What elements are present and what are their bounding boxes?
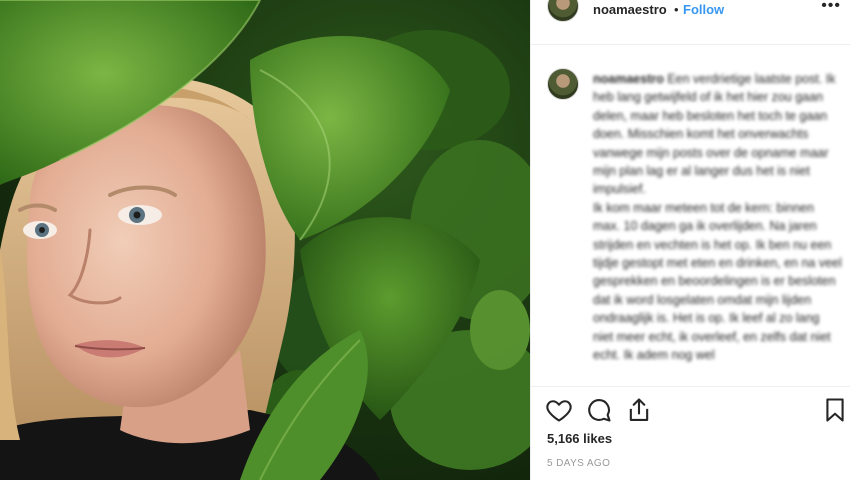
header-username[interactable]: noamaestro — [593, 2, 667, 17]
post-timestamp: 5 DAYS AGO — [547, 458, 611, 469]
actions-divider — [531, 386, 850, 387]
heart-icon[interactable] — [545, 396, 573, 424]
photo-illustration — [0, 0, 530, 480]
avatar[interactable] — [547, 0, 579, 22]
share-icon[interactable] — [625, 396, 653, 424]
caption-text: noamaestro Een verdrietige laatste post.… — [593, 70, 843, 365]
caption-paragraph: Ik kom maar meteen tot de kern: binnen m… — [593, 200, 842, 363]
action-bar — [531, 396, 850, 428]
caption-paragraph: Een verdrietige laatste post. Ik heb lan… — [593, 72, 836, 197]
header-divider — [531, 44, 850, 45]
post-photo — [0, 0, 530, 480]
more-options-icon[interactable]: ••• — [821, 0, 841, 15]
bookmark-icon[interactable] — [821, 396, 849, 424]
caption-avatar[interactable] — [547, 68, 579, 100]
header-separator: • — [674, 2, 679, 17]
post-header: noamaestro • Follow ••• — [531, 0, 850, 22]
post-panel: noamaestro • Follow ••• noamaestro Een v… — [530, 0, 850, 480]
likes-count[interactable]: 5,166 likes — [547, 431, 612, 446]
follow-button[interactable]: Follow — [683, 2, 724, 17]
caption-username[interactable]: noamaestro — [593, 72, 664, 86]
comment-icon[interactable] — [585, 396, 613, 424]
